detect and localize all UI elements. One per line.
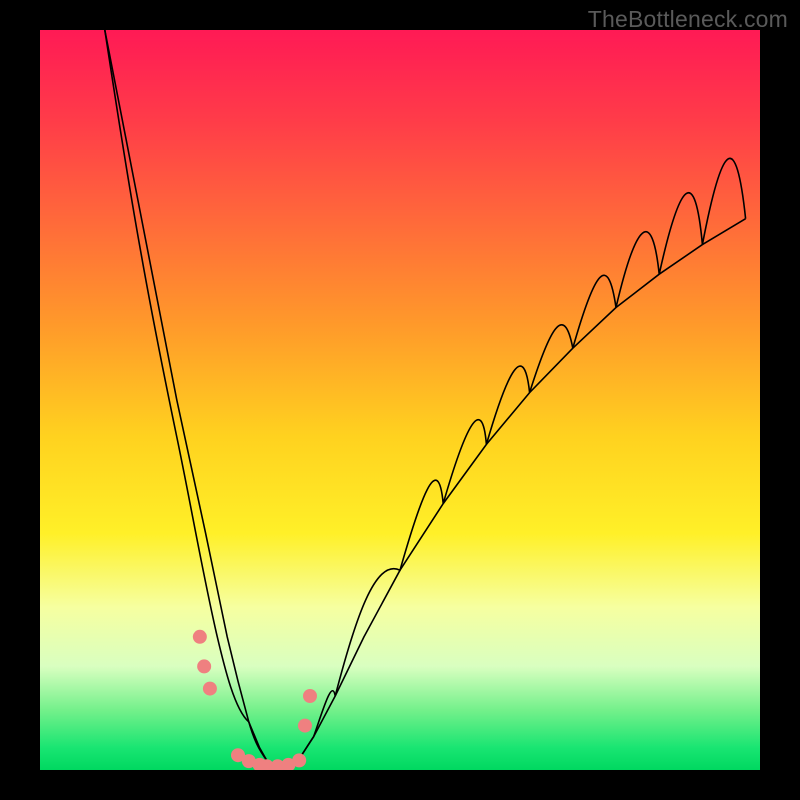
chart-frame: TheBottleneck.com xyxy=(0,0,800,800)
highlight-markers xyxy=(193,630,317,770)
watermark-text: TheBottleneck.com xyxy=(588,6,788,33)
chart-svg xyxy=(40,30,760,770)
plot-area xyxy=(40,30,760,770)
bottleneck-curve-precise xyxy=(105,30,746,766)
bottleneck-curve xyxy=(105,30,746,767)
